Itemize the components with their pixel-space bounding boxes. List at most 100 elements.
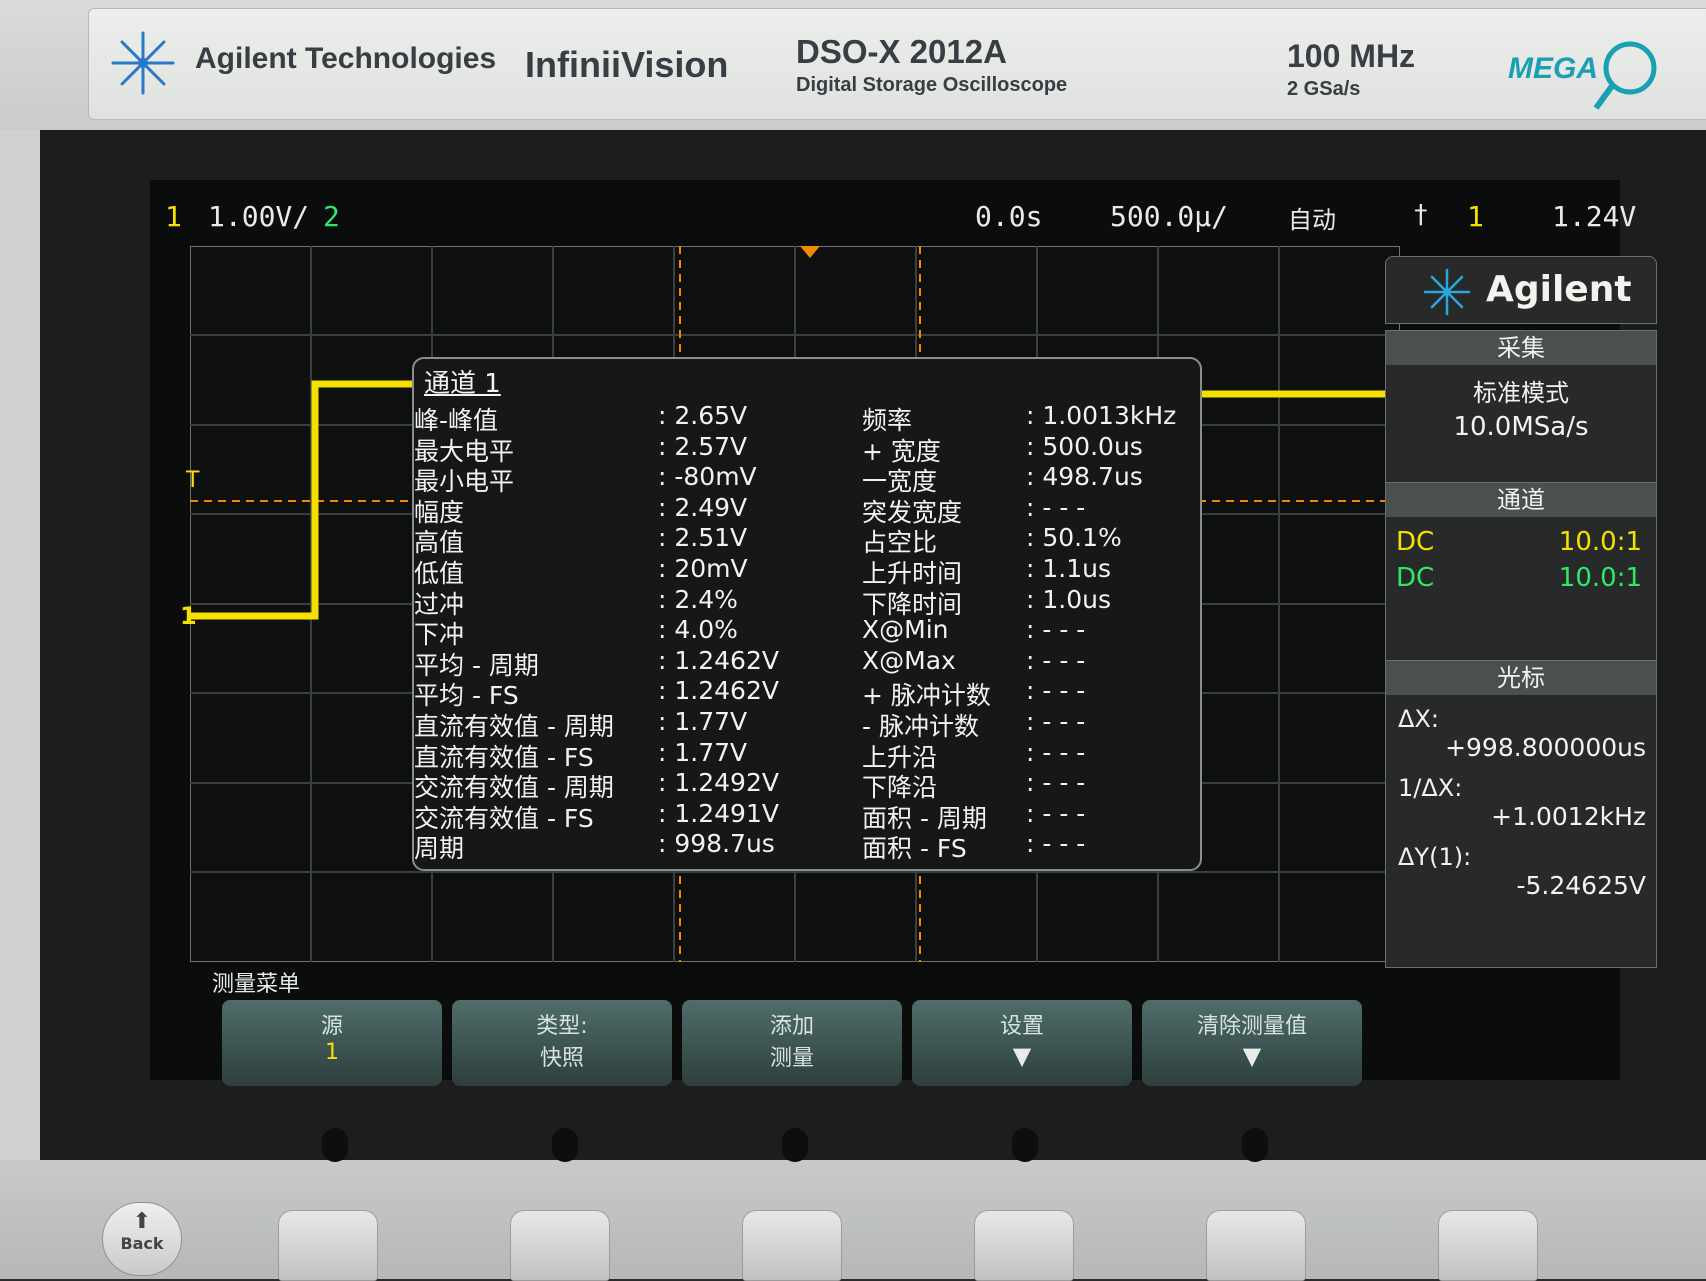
physical-softkey-5[interactable] xyxy=(1206,1210,1306,1281)
megazoom-logo: MEGA xyxy=(1508,52,1598,85)
back-button[interactable]: ⬆ Back xyxy=(102,1202,182,1276)
measurement-value: : - - - xyxy=(1026,768,1086,798)
measurement-value: : - - - xyxy=(1026,798,1086,828)
channel-row: DC 10.0:1 xyxy=(1386,563,1656,597)
time-offset: 0.0s xyxy=(975,200,1043,233)
model-name: DSO-X 2012A xyxy=(796,33,1007,70)
measurement-value: : 2.51V xyxy=(658,523,748,553)
measurement-value: : 998.7us xyxy=(658,829,775,859)
measurement-value: : - - - xyxy=(1026,492,1086,522)
brand-name: Agilent Technologies xyxy=(195,42,497,75)
trigger-slope-icon: † xyxy=(1413,200,1429,230)
physical-softkey-1[interactable] xyxy=(278,1210,378,1281)
trigger-level-marker: T xyxy=(186,468,200,493)
acquire-section: 采集 标准模式 10.0MSa/s xyxy=(1385,330,1657,484)
softkey-indicator xyxy=(322,1128,348,1162)
measurement-value: : 498.7us xyxy=(1026,462,1143,492)
measurement-value: : 1.2492V xyxy=(658,768,779,798)
measurement-panel: 通道 1 峰-峰值: 2.65V 最大电平: 2.57V 最小电平: -80mV 幅度… xyxy=(412,357,1202,871)
megazoom-magnifier-icon xyxy=(1593,41,1657,110)
measurement-label: X@Max xyxy=(862,645,956,675)
measurement-value: : 500.0us xyxy=(1026,431,1143,461)
measurement-panel-title: 通道 1 xyxy=(424,369,501,399)
physical-softkey-6[interactable] xyxy=(1438,1210,1538,1281)
measurement-label: X@Min xyxy=(862,615,949,645)
channel-probe-ratio: 10.0:1 xyxy=(1558,527,1642,557)
ch1-ground-marker: 1 xyxy=(180,602,197,630)
measurement-value: : 2.65V xyxy=(658,401,748,430)
measurement-value: : 20mV xyxy=(658,554,748,583)
softkey-indicator xyxy=(782,1128,808,1162)
measurement-value: : 1.2462V xyxy=(658,645,779,675)
softkey-indicator xyxy=(552,1128,578,1162)
softkey-5[interactable]: 清除测量值 ▼ xyxy=(1142,1000,1362,1086)
measurement-value: : 1.1us xyxy=(1026,554,1111,583)
acquire-rate: 10.0MSa/s xyxy=(1453,412,1589,442)
softkey-4[interactable]: 设置 ▼ xyxy=(912,1000,1132,1086)
trigger-mode: 自动 xyxy=(1288,206,1336,234)
softkey-2[interactable]: 类型: 快照 xyxy=(452,1000,672,1086)
softkey-1[interactable]: 源1 xyxy=(222,1000,442,1086)
channel-section: 通道 DC 10.0:1 DC 10.0:1 xyxy=(1385,482,1657,662)
ch1-scale: 1.00V/ xyxy=(208,200,310,233)
physical-softkey-2[interactable] xyxy=(510,1210,610,1281)
measurement-value: : 2.49V xyxy=(658,492,748,522)
softkey-label: 添加 xyxy=(769,1014,814,1039)
channel-coupling: DC xyxy=(1396,527,1435,557)
softkey-label: 类型: xyxy=(536,1014,588,1039)
measurement-value: : - - - xyxy=(1026,707,1086,736)
measurement-value: : 2.57V xyxy=(658,431,748,461)
model-subtitle: Digital Storage Oscilloscope xyxy=(796,74,1068,96)
physical-softkey-3[interactable] xyxy=(742,1210,842,1281)
measurement-value: : - - - xyxy=(1026,615,1086,645)
measurement-label: 面积 - FS xyxy=(862,834,967,864)
dx-value: +998.800000us xyxy=(1445,733,1646,762)
trigger-source: 1 xyxy=(1467,200,1484,233)
measurement-value: : 2.4% xyxy=(658,584,738,614)
channel-probe-ratio: 10.0:1 xyxy=(1558,563,1642,593)
measurement-value: : -80mV xyxy=(658,462,757,492)
inv-dx-value: +1.0012kHz xyxy=(1491,802,1646,831)
acquire-mode: 标准模式 xyxy=(1473,379,1569,407)
softkey-value: 测量 xyxy=(769,1046,814,1071)
cursor-title: 光标 xyxy=(1386,661,1656,695)
measurement-value: : 1.0013kHz xyxy=(1026,401,1177,430)
softkey-indicator xyxy=(1012,1128,1038,1162)
measurement-value: : 1.77V xyxy=(658,707,748,736)
softkey-label: 源 xyxy=(320,1014,343,1039)
measurement-value: : - - - xyxy=(1026,676,1086,706)
bandwidth-label: 100 MHz xyxy=(1287,38,1416,74)
softkey-label: 清除测量值 xyxy=(1196,1014,1307,1039)
agilent-logo-text: Agilent xyxy=(1486,269,1632,310)
dx-label: ΔX: xyxy=(1398,705,1439,733)
trigger-level: 1.24V xyxy=(1552,200,1637,233)
instrument-left-edge xyxy=(0,130,40,1190)
softkey-value: 1 xyxy=(325,1040,339,1065)
channel-coupling: DC xyxy=(1396,563,1435,593)
measurement-label: 周期 xyxy=(414,834,465,864)
agilent-badge: Agilent xyxy=(1385,256,1657,324)
measurement-value: : 4.0% xyxy=(658,615,738,645)
channel-title: 通道 xyxy=(1386,483,1656,517)
back-arrow-icon: ⬆ xyxy=(132,1209,152,1234)
softkey-value: 快照 xyxy=(539,1046,584,1071)
measurement-value: : 1.2462V xyxy=(658,676,779,706)
channel-row: DC 10.0:1 xyxy=(1386,527,1656,561)
agilent-spark-logo-icon xyxy=(111,31,175,95)
measurement-value: : - - - xyxy=(1026,645,1086,675)
inv-dx-label: 1/ΔX: xyxy=(1398,774,1463,802)
series-name: InfiniiVision xyxy=(525,44,729,85)
softkey-3[interactable]: 添加 测量 xyxy=(682,1000,902,1086)
measurement-value: : 1.0us xyxy=(1026,584,1111,614)
softkey-indicator xyxy=(1242,1128,1268,1162)
sample-rate-label: 2 GSa/s xyxy=(1287,78,1361,100)
back-label: Back xyxy=(120,1234,164,1253)
acquire-title: 采集 xyxy=(1386,331,1656,365)
ch2-number: 2 xyxy=(323,200,340,233)
softkey-label: 设置 xyxy=(999,1014,1044,1039)
menu-title: 测量菜单 xyxy=(212,972,301,997)
agilent-spark-small-icon xyxy=(1423,268,1471,316)
physical-softkey-4[interactable] xyxy=(974,1210,1074,1281)
measurement-value: : - - - xyxy=(1026,737,1086,767)
time-scale: 500.0µ/ xyxy=(1110,200,1229,233)
